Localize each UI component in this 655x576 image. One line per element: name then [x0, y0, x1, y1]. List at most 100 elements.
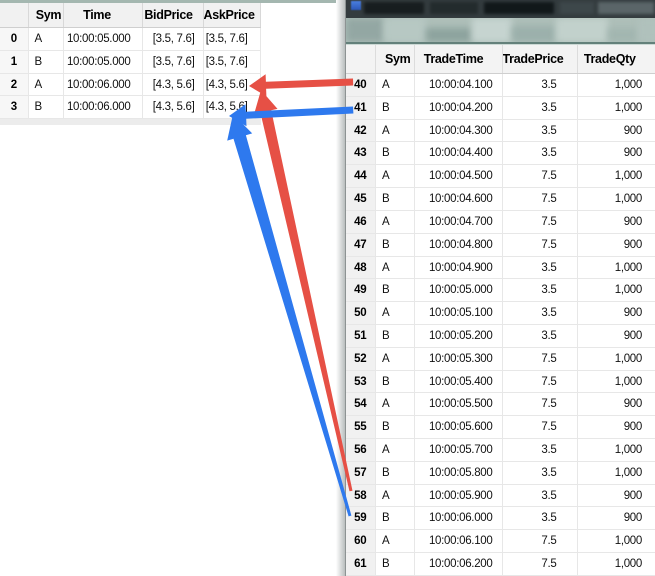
trades-col-tradeqty[interactable]: TradeQty: [578, 45, 655, 73]
quotes-col-sym[interactable]: Sym: [29, 3, 64, 27]
trade-cell-tradetime: 10:00:04.300: [415, 120, 503, 142]
trade-cell-tradeqty: 900: [578, 507, 655, 529]
quote-cell-bidprice: [4.3, 5.6]: [143, 74, 204, 96]
trade-cell-tradeprice: 3.5: [503, 439, 578, 461]
trade-cell-tradetime: 10:00:05.700: [415, 439, 503, 461]
quote-table-row[interactable]: 2 A 10:00:06.000 [4.3, 5.6] [4.3, 5.6]: [0, 74, 261, 97]
trade-table-row[interactable]: 41 B 10:00:04.200 3.5 1,000: [346, 97, 655, 120]
toolbar-blurred-item: [346, 18, 384, 42]
quotes-table-bottom-edge: [0, 119, 261, 125]
trade-cell-tradetime: 10:00:05.200: [415, 325, 503, 347]
toolbar-blurred-item: [512, 26, 556, 42]
trade-cell-sym: A: [376, 165, 415, 187]
trade-cell-sym: B: [376, 507, 415, 529]
trade-cell-tradeprice: 3.5: [503, 485, 578, 507]
trade-cell-tradetime: 10:00:04.400: [415, 142, 503, 164]
trade-table-row[interactable]: 60 A 10:00:06.100 7.5 1,000: [346, 530, 655, 553]
trade-table-row[interactable]: 59 B 10:00:06.000 3.5 900: [346, 507, 655, 530]
trade-table-row[interactable]: 53 B 10:00:05.400 7.5 1,000: [346, 371, 655, 394]
quote-cell-sym: A: [29, 74, 64, 96]
toolbar-blurred-item: [472, 18, 512, 42]
quotes-col-bidprice[interactable]: BidPrice: [143, 3, 204, 27]
quote-row-index: 2: [0, 74, 29, 96]
trade-cell-tradeqty: 900: [578, 416, 655, 438]
trade-cell-tradeprice: 3.5: [503, 507, 578, 529]
trade-cell-tradeprice: 7.5: [503, 553, 578, 575]
trade-table-row[interactable]: 56 A 10:00:05.700 3.5 1,000: [346, 439, 655, 462]
trade-cell-tradeprice: 3.5: [503, 302, 578, 324]
titlebar-blurred-text: [430, 2, 478, 14]
trade-table-row[interactable]: 46 A 10:00:04.700 7.5 900: [346, 211, 655, 234]
trade-cell-sym: A: [376, 211, 415, 233]
trade-table-row[interactable]: 57 B 10:00:05.800 3.5 1,000: [346, 462, 655, 485]
trades-col-tradetime[interactable]: TradeTime: [415, 45, 503, 73]
trade-cell-sym: A: [376, 393, 415, 415]
trade-table-row[interactable]: 44 A 10:00:04.500 7.5 1,000: [346, 165, 655, 188]
toolbar-blurred-item: [426, 28, 472, 42]
trade-cell-tradetime: 10:00:05.800: [415, 462, 503, 484]
trade-cell-tradeqty: 1,000: [578, 530, 655, 552]
trade-cell-tradeprice: 7.5: [503, 348, 578, 370]
trade-table-row[interactable]: 51 B 10:00:05.200 3.5 900: [346, 325, 655, 348]
trade-table-row[interactable]: 40 A 10:00:04.100 3.5 1,000: [346, 74, 655, 97]
trades-col-index[interactable]: [346, 45, 377, 73]
quotes-col-time[interactable]: Time: [64, 3, 143, 27]
trade-table-row[interactable]: 52 A 10:00:05.300 7.5 1,000: [346, 348, 655, 371]
trade-table-row[interactable]: 42 A 10:00:04.300 3.5 900: [346, 120, 655, 143]
trade-cell-tradeqty: 1,000: [578, 553, 655, 575]
trade-row-index: 40: [346, 74, 377, 96]
trade-cell-tradeprice: 3.5: [503, 462, 578, 484]
blue-arrow-trade-row-59-to-quote-row-3-askprice: [227, 114, 351, 516]
trade-cell-sym: B: [376, 188, 415, 210]
window-toolbar-blurred[interactable]: [346, 18, 655, 42]
trade-cell-tradeqty: 1,000: [578, 439, 655, 461]
quote-table-row[interactable]: 1 B 10:00:05.000 [3.5, 7.6] [3.5, 7.6]: [0, 51, 261, 74]
trade-cell-sym: B: [376, 97, 415, 119]
quote-cell-askprice: [3.5, 7.6]: [204, 51, 261, 73]
quote-table-row[interactable]: 0 A 10:00:05.000 [3.5, 7.6] [3.5, 7.6]: [0, 28, 261, 51]
trade-cell-sym: B: [376, 416, 415, 438]
quotes-col-askprice[interactable]: AskPrice: [204, 3, 261, 27]
trade-table-row[interactable]: 58 A 10:00:05.900 3.5 900: [346, 485, 655, 508]
trade-table-row[interactable]: 55 B 10:00:05.600 7.5 900: [346, 416, 655, 439]
trade-table-row[interactable]: 61 B 10:00:06.200 7.5 1,000: [346, 553, 655, 576]
titlebar-blurred-text: [598, 2, 654, 14]
trade-cell-tradeqty: 1,000: [578, 462, 655, 484]
titlebar-blurred-text: [560, 2, 594, 14]
trade-row-index: 56: [346, 439, 377, 461]
trade-cell-tradeqty: 1,000: [578, 188, 655, 210]
trade-cell-tradetime: 10:00:05.000: [415, 279, 503, 301]
quote-table-row[interactable]: 3 B 10:00:06.000 [4.3, 5.6] [4.3, 5.6]: [0, 96, 261, 119]
trade-cell-tradeqty: 900: [578, 302, 655, 324]
quote-cell-askprice: [3.5, 7.6]: [204, 28, 261, 50]
window-app-icon: [351, 1, 361, 10]
trade-cell-tradeqty: 900: [578, 211, 655, 233]
trade-row-index: 61: [346, 553, 377, 575]
screenshot-root: Sym Time BidPrice AskPrice 0 A 10:00:05.…: [0, 0, 655, 576]
quotes-col-index[interactable]: [0, 3, 29, 27]
trade-table-row[interactable]: 48 A 10:00:04.900 3.5 1,000: [346, 257, 655, 280]
quote-cell-sym: A: [29, 28, 64, 50]
trade-row-index: 51: [346, 325, 377, 347]
trade-cell-tradeprice: 3.5: [503, 257, 578, 279]
trade-table-row[interactable]: 50 A 10:00:05.100 3.5 900: [346, 302, 655, 325]
trade-cell-tradeprice: 3.5: [503, 279, 578, 301]
trade-table-row[interactable]: 43 B 10:00:04.400 3.5 900: [346, 142, 655, 165]
trade-cell-tradetime: 10:00:05.100: [415, 302, 503, 324]
window-titlebar[interactable]: [346, 0, 655, 18]
trade-cell-sym: B: [376, 234, 415, 256]
trade-cell-tradeprice: 3.5: [503, 142, 578, 164]
trades-col-tradeprice[interactable]: TradePrice: [503, 45, 578, 73]
trade-row-index: 53: [346, 371, 377, 393]
trade-cell-tradeprice: 7.5: [503, 165, 578, 187]
trade-cell-tradeprice: 7.5: [503, 393, 578, 415]
trade-table-row[interactable]: 54 A 10:00:05.500 7.5 900: [346, 393, 655, 416]
trade-table-row[interactable]: 49 B 10:00:05.000 3.5 1,000: [346, 279, 655, 302]
toolbar-blurred-item: [608, 28, 638, 42]
trade-row-index: 42: [346, 120, 377, 142]
trades-col-sym[interactable]: Sym: [376, 45, 415, 73]
trade-table-row[interactable]: 45 B 10:00:04.600 7.5 1,000: [346, 188, 655, 211]
trade-table-row[interactable]: 47 B 10:00:04.800 7.5 900: [346, 234, 655, 257]
trade-cell-tradeprice: 7.5: [503, 211, 578, 233]
trade-cell-sym: A: [376, 302, 415, 324]
